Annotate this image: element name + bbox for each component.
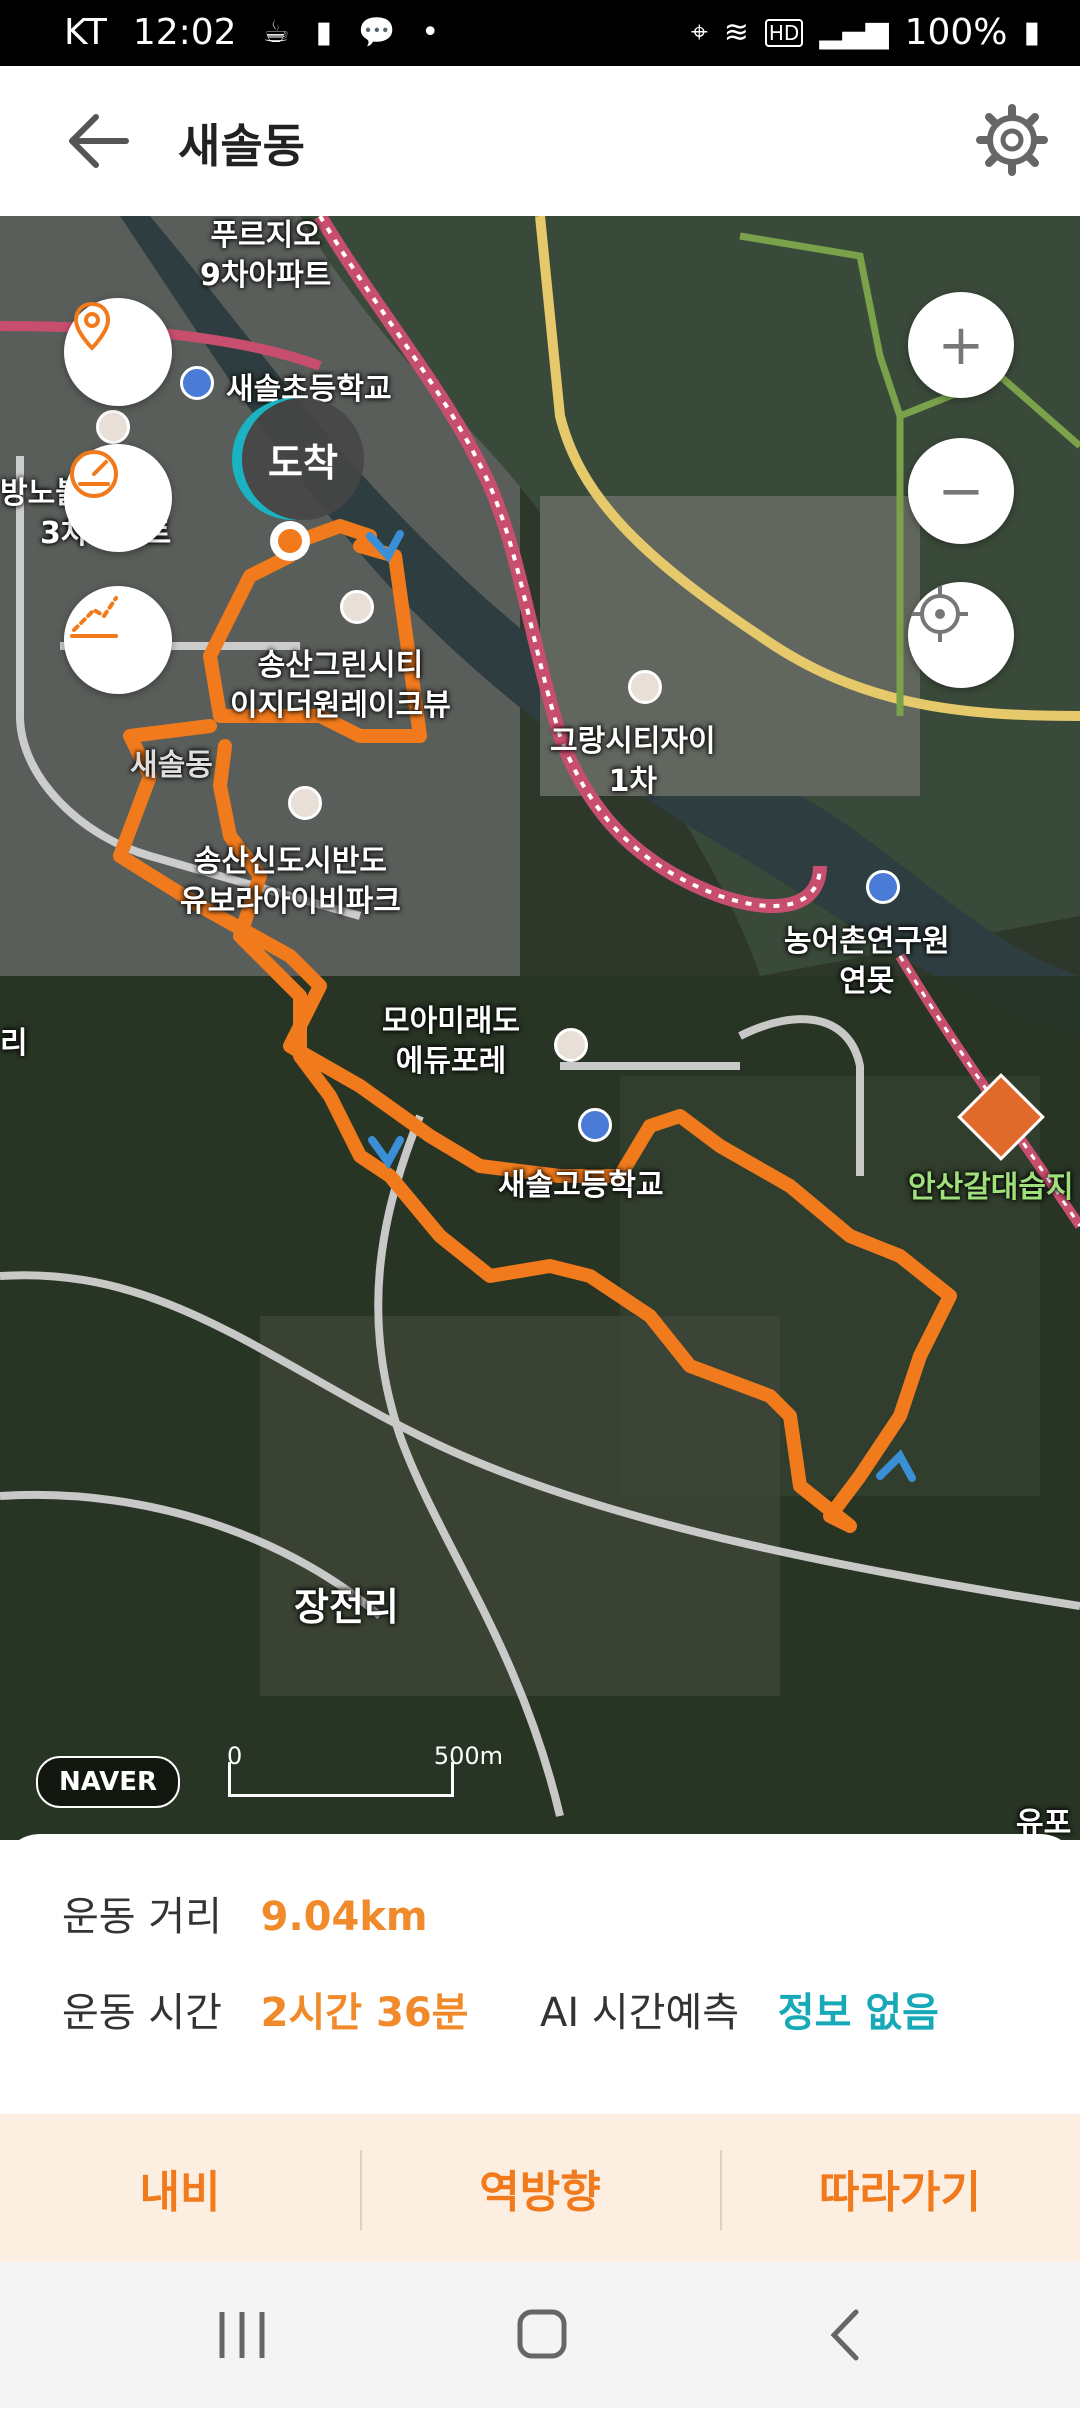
ai-row: AI 시간예측 정보 없음 [540, 1980, 939, 2038]
route-profile-button[interactable] [64, 586, 172, 694]
clock: 12:02 [132, 12, 237, 53]
ai-value: 정보 없음 [777, 1990, 939, 2036]
distance-value: 9.04km [260, 1894, 428, 1940]
scale-end: 500m [433, 1742, 503, 1770]
map-label: 새솔고등학교 [498, 1168, 664, 1203]
my-location-button[interactable] [908, 582, 1014, 688]
wifi-icon: ≋ [723, 15, 749, 50]
map-label: 송산신도시반도 유보라아이비파크 [180, 844, 401, 919]
location-pin-button[interactable] [64, 298, 172, 406]
building-poi-icon[interactable] [628, 670, 662, 704]
time-value: 2시간 36분 [260, 1990, 469, 2036]
battery-icon: ▮ [1023, 15, 1040, 50]
map-label: 새솔동 [130, 748, 213, 783]
building-poi-icon[interactable] [554, 1028, 588, 1062]
map-label: 농어촌연구원 연못 [784, 924, 950, 999]
naver-logo: NAVER [36, 1756, 180, 1808]
crosshair-icon [912, 586, 968, 642]
building-poi-icon[interactable] [288, 786, 322, 820]
map-label: 그랑시티자이 1차 [550, 724, 716, 799]
map-pin-icon [73, 301, 111, 351]
location-icon: ⌖ [690, 15, 708, 50]
map-label: 푸르지오 9차아파트 [200, 218, 332, 293]
minus-icon: − [937, 458, 985, 524]
signal-icon: ▂▄▆ [819, 15, 889, 50]
talk-icon: 💬 [357, 15, 396, 50]
elevation-icon [70, 596, 118, 638]
system-nav-icons [219, 2309, 859, 2361]
school-poi-icon[interactable] [180, 366, 214, 400]
zoom-out-button[interactable]: − [908, 438, 1014, 544]
school-poi-icon[interactable] [578, 1108, 612, 1142]
dot-icon: • [421, 15, 440, 50]
back-button[interactable] [62, 106, 142, 176]
distance-row: 운동 거리 9.04km [62, 1884, 428, 1942]
action-bar: 내비 역방향 따라가기 [0, 2114, 1080, 2262]
building-poi-icon[interactable] [96, 410, 130, 444]
back-nav-icon [830, 2309, 859, 2361]
sim-icon: ▮ [315, 15, 332, 50]
speed-button[interactable] [64, 444, 172, 552]
reverse-button[interactable]: 역방향 [360, 2114, 720, 2262]
plus-icon: + [937, 312, 985, 378]
status-bar: KT 12:02 ☕ ▮ 💬 • ⌖ ≋ HD ▂▄▆ 100% ▮ [0, 0, 1080, 66]
arrow-left-icon [69, 114, 129, 168]
scale-bar: 0 500m [227, 1742, 503, 1797]
home-icon [517, 2309, 567, 2359]
zoom-in-button[interactable]: + [908, 292, 1014, 398]
time-label: 운동 시간 [62, 1990, 222, 2036]
distance-label: 운동 거리 [62, 1894, 222, 1940]
arrival-marker[interactable]: 도착 [242, 398, 364, 520]
building-poi-icon[interactable] [340, 590, 374, 624]
map-label: 장전리 [294, 1585, 399, 1629]
app-bar: 새솔동 [0, 66, 1080, 218]
map-label: 송산그린시티 이지더원레이크뷰 [230, 648, 451, 723]
scale-start: 0 [227, 1742, 243, 1770]
map-label: 안산갈대습지 [908, 1170, 1074, 1205]
navi-button[interactable]: 내비 [0, 2114, 360, 2262]
time-row: 운동 시간 2시간 36분 [62, 1980, 468, 2038]
map-label: 리 [0, 1026, 28, 1061]
coffee-icon: ☕ [262, 15, 290, 50]
water-poi-icon[interactable] [866, 870, 900, 904]
recent-apps-icon [219, 2312, 265, 2358]
ai-label: AI 시간예측 [540, 1990, 740, 2036]
follow-button[interactable]: 따라가기 [720, 2114, 1080, 2262]
carrier: KT [64, 12, 107, 53]
gear-icon [976, 104, 1048, 176]
speedometer-icon [70, 450, 118, 498]
page-title: 새솔동 [178, 119, 305, 173]
map-view[interactable]: 푸르지오 9차아파트 새솔초등학교 방노블리센트 3차아파트 송산그린시티 이지… [0, 216, 1080, 1840]
system-nav-bar [0, 2262, 1080, 2408]
settings-button[interactable] [972, 100, 1052, 180]
battery-level: 100% [904, 12, 1008, 53]
hd-icon: HD [764, 18, 804, 47]
stats-panel: 운동 거리 9.04km 운동 시간 2시간 36분 AI 시간예측 정보 없음 [0, 1834, 1080, 2108]
map-label: 모아미래도 에듀포레 [382, 1004, 520, 1079]
